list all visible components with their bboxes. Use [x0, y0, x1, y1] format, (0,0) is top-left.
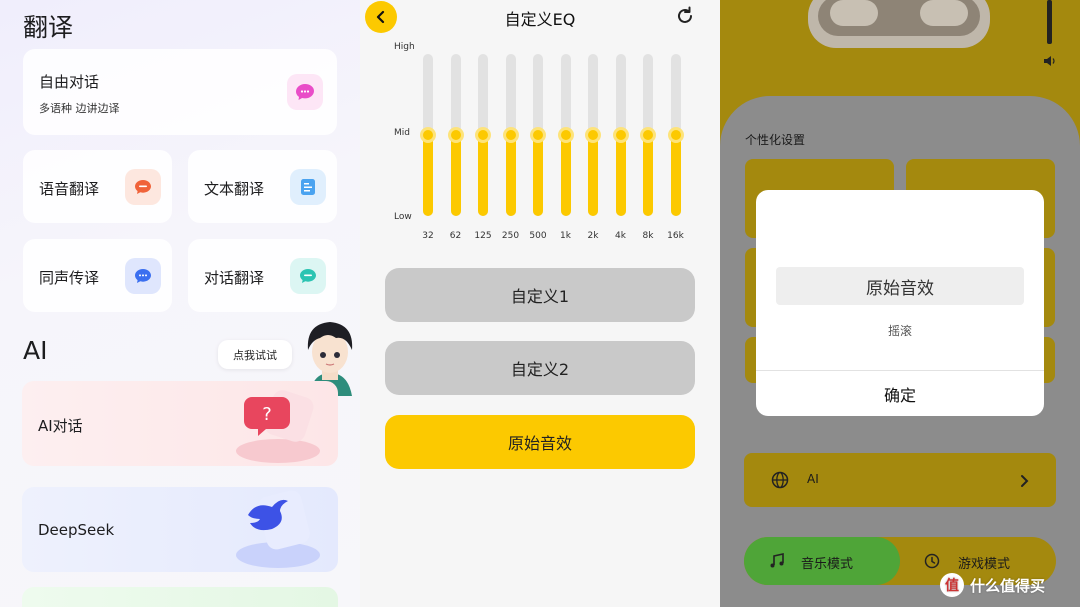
eq-band-label: 16k	[667, 231, 684, 241]
voice-bubble-icon	[125, 169, 161, 205]
free-talk-title: 自由对话	[39, 73, 100, 91]
dialog-option-original[interactable]: 原始音效	[776, 267, 1024, 305]
eq-band-label: 4k	[615, 231, 626, 241]
eq-band-label: 500	[529, 231, 547, 241]
volume-icon	[1043, 52, 1057, 71]
ai-row-label: AI	[807, 472, 819, 486]
music-note-icon	[770, 553, 784, 568]
game-mode-label: 游戏模式	[958, 557, 1011, 572]
ai-chat-card[interactable]: AI对话 ?	[22, 381, 338, 466]
eq-level-mid: Mid	[394, 128, 410, 138]
eq-level-high: High	[394, 42, 415, 52]
eq-slider-thumb[interactable]	[420, 127, 436, 143]
globe-icon	[771, 471, 789, 489]
settings-panel: 个性化设置 AI 音乐模式 游戏模式 原始音效 摇滚 确定	[720, 0, 1080, 607]
watermark-text: 什么值得买	[970, 576, 1046, 595]
text-translate-card[interactable]: 文本翻译	[188, 150, 337, 223]
watermark: 值 什么值得买	[940, 573, 1045, 597]
voice-translate-label: 语音翻译	[39, 180, 100, 198]
free-talk-subtitle: 多语种 边讲边译	[39, 102, 120, 115]
voice-translate-card[interactable]: 语音翻译	[23, 150, 172, 223]
clock-icon	[924, 553, 940, 569]
ai-chat-label: AI对话	[38, 417, 83, 435]
ai-section-title: AI	[23, 336, 48, 365]
eq-slider-fill	[423, 135, 433, 216]
document-icon	[290, 169, 326, 205]
simultaneous-card[interactable]: 同声传译	[23, 239, 172, 312]
eq-band-label: 250	[501, 231, 520, 241]
translate-panel: 翻译 自由对话 多语种 边讲边译 语音翻译 文本翻译 同声传译 对话翻译 AI …	[0, 0, 360, 607]
dialog-translate-label: 对话翻译	[204, 269, 265, 287]
eq-slider-fill	[560, 135, 571, 216]
volume-slider[interactable]	[1047, 0, 1052, 44]
eq-level-low: Low	[394, 212, 412, 222]
text-translate-label: 文本翻译	[204, 180, 265, 198]
svg-text:?: ?	[262, 404, 272, 425]
page-title: 自定义EQ	[504, 10, 576, 29]
preset-original[interactable]: 原始音效	[385, 415, 695, 469]
eq-band-label: 62	[449, 231, 462, 241]
dialog-option-rock[interactable]: 摇滚	[756, 322, 1044, 339]
simultaneous-label: 同声传译	[39, 269, 100, 287]
eq-slider-thumb[interactable]	[475, 127, 491, 143]
music-mode-label: 音乐模式	[801, 557, 854, 572]
preset-custom-1[interactable]: 自定义1	[385, 268, 695, 322]
eq-select-dialog: 原始音效 摇滚 确定	[756, 190, 1044, 416]
eq-slider-fill	[615, 135, 626, 216]
eq-slider-fill	[505, 135, 516, 216]
eq-slider-thumb[interactable]	[530, 127, 546, 143]
simultaneous-bubble-icon	[125, 258, 161, 294]
eq-band-label: 1k	[560, 231, 571, 241]
deepseek-card[interactable]: DeepSeek	[22, 487, 338, 572]
deepseek-label: DeepSeek	[38, 521, 115, 539]
eq-band-label: 8k	[642, 231, 654, 241]
eq-slider-thumb[interactable]	[612, 127, 629, 143]
chevron-right-icon	[1021, 475, 1029, 487]
eq-band-label: 2k	[587, 231, 599, 241]
free-talk-card[interactable]: 自由对话 多语种 边讲边译	[23, 49, 337, 135]
question-bubble-icon: ?	[232, 385, 322, 465]
eq-slider-thumb[interactable]	[557, 127, 574, 143]
eq-slider-fill	[670, 135, 681, 216]
eq-panel: 自定义EQ High Mid Low 32 62 125 250 500 1k 2k 4k 8k…	[360, 0, 720, 607]
whale-icon	[232, 489, 322, 571]
dialog-translate-card[interactable]: 对话翻译	[188, 239, 337, 312]
eq-slider-fill	[588, 135, 598, 216]
eq-band-label: 125	[474, 231, 492, 241]
confirm-button[interactable]: 确定	[756, 371, 1044, 416]
personalization-title: 个性化设置	[745, 133, 806, 147]
eq-slider-fill	[533, 135, 543, 216]
dialog-bubble-icon	[290, 258, 326, 294]
preset-custom-2[interactable]: 自定义2	[385, 341, 695, 395]
chat-bubble-icon	[287, 74, 323, 110]
watermark-logo: 值	[940, 573, 964, 597]
eq-slider-thumb[interactable]	[667, 127, 684, 143]
try-me-tooltip: 点我试试	[218, 340, 292, 369]
eq-slider-thumb[interactable]	[502, 127, 519, 143]
eq-band-label: 32	[422, 231, 434, 241]
eq-slider-thumb[interactable]	[447, 127, 464, 143]
eq-slider-fill	[643, 135, 653, 216]
reset-button[interactable]	[674, 5, 696, 27]
eq-slider-thumb[interactable]	[585, 127, 601, 143]
eq-slider-fill	[478, 135, 488, 216]
music-mode-tab[interactable]: 音乐模式	[744, 537, 900, 585]
ai-card-partial[interactable]	[22, 587, 338, 607]
translate-section-title: 翻译	[23, 13, 74, 42]
ai-settings-row[interactable]: AI	[744, 453, 1056, 507]
eq-slider-thumb[interactable]	[640, 127, 656, 143]
earbuds-case-image	[808, 0, 990, 48]
eq-slider-fill	[450, 135, 461, 216]
refresh-icon	[678, 6, 692, 23]
